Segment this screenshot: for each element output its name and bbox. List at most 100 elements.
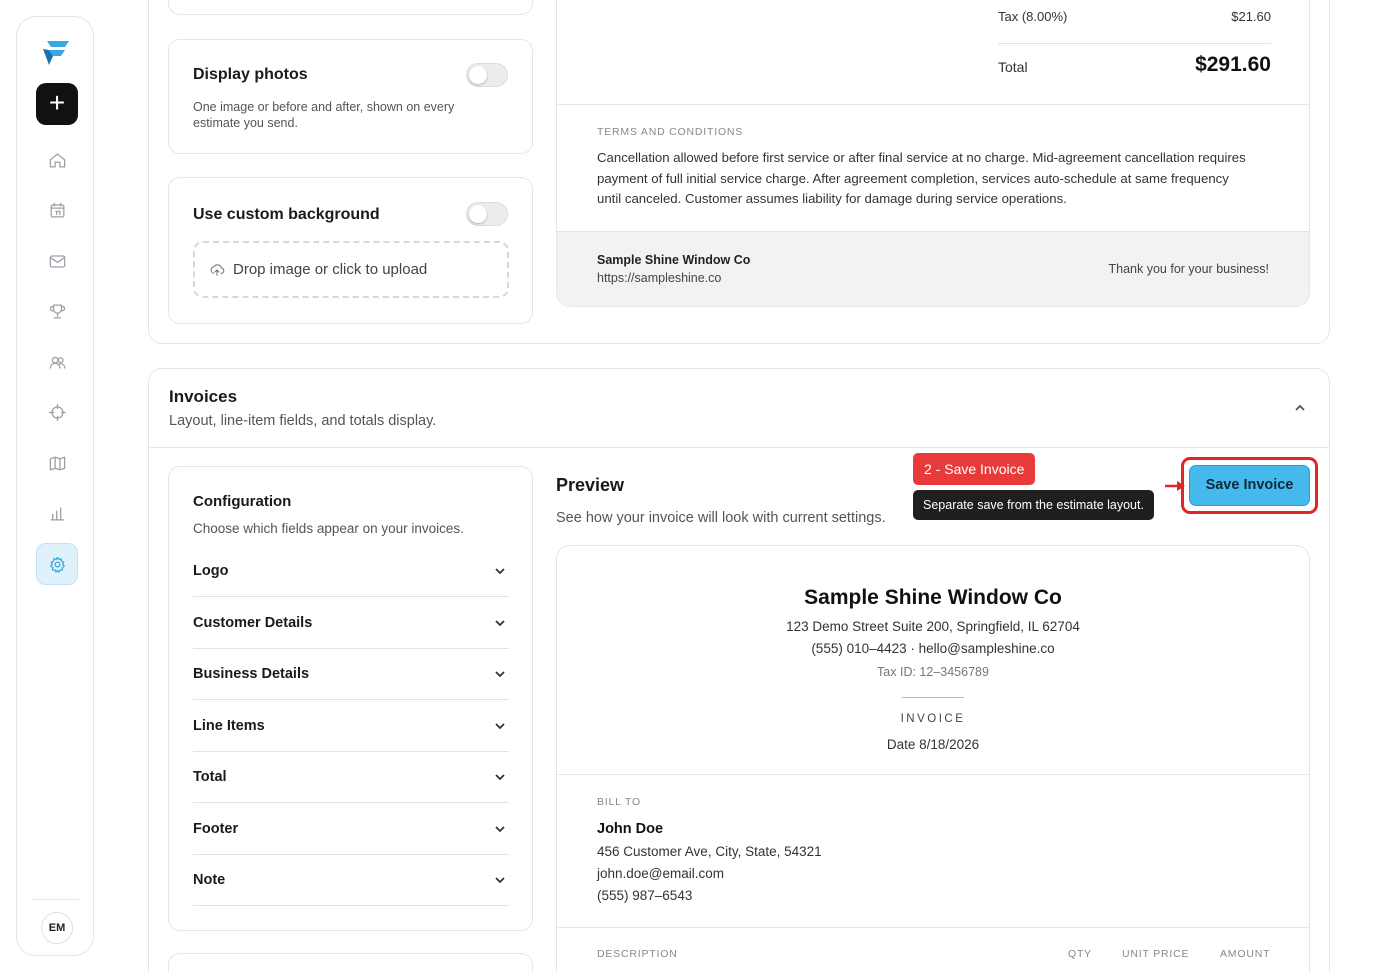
annotation-tooltip: Separate save from the estimate layout.: [913, 490, 1154, 520]
tax-label: Tax (8.00%): [998, 9, 1068, 24]
invoice-company-contact: (555) 010–4423 · hello@sampleshine.co: [811, 641, 1055, 656]
chevron-down-icon: [495, 773, 505, 780]
nav-target[interactable]: [36, 391, 78, 433]
dropzone-label: Drop image or click to upload: [233, 261, 428, 278]
config-item-business-details[interactable]: Business Details: [193, 648, 509, 700]
footer-company-name: Sample Shine Window Co: [597, 253, 751, 267]
column-unit-price: UNIT PRICE: [1122, 948, 1190, 960]
customer-phone: (555) 987–6543: [597, 888, 693, 903]
nav-settings[interactable]: [36, 543, 78, 585]
customer-address: 456 Customer Ave, City, State, 54321: [597, 844, 822, 859]
nav-home[interactable]: [36, 139, 78, 181]
custom-background-card: Use custom background Drop image or clic…: [168, 177, 533, 324]
column-amount: AMOUNT: [1220, 948, 1271, 960]
invoice-divider: [557, 927, 1309, 928]
total-label: Total: [998, 59, 1028, 75]
custom-background-title: Use custom background: [193, 206, 380, 223]
customer-name: John Doe: [597, 821, 664, 837]
home-icon: [49, 153, 65, 167]
display-photos-description: One image or before and after, shown on …: [193, 100, 455, 130]
invoice-tax-id: Tax ID: 12–3456789: [877, 665, 989, 679]
config-item-logo[interactable]: Logo: [193, 545, 509, 597]
config-item-label: Note: [193, 871, 226, 888]
save-invoice-button[interactable]: Save Invoice: [1189, 465, 1310, 506]
chevron-down-icon: [495, 825, 505, 832]
chevron-down-icon: [495, 619, 505, 626]
invoice-preview-card: Sample Shine Window Co 123 Demo Street S…: [556, 545, 1310, 972]
nav-map[interactable]: [36, 442, 78, 484]
chevron-down-icon: [495, 670, 505, 677]
column-qty: QTY: [1068, 948, 1092, 960]
cloud-upload-icon: [210, 263, 225, 276]
estimate-total-row: Total $291.60: [998, 53, 1271, 76]
invoices-subtitle: Layout, line-item fields, and totals dis…: [169, 413, 437, 429]
display-photos-title: Display photos: [193, 66, 308, 83]
create-new-button[interactable]: +: [36, 83, 78, 125]
config-item-total[interactable]: Total: [193, 751, 509, 803]
chevron-down-icon: [495, 722, 505, 729]
invoice-configuration-card: Configuration Choose which fields appear…: [168, 466, 533, 931]
config-item-footer[interactable]: Footer: [193, 803, 509, 855]
trophy-icon: [49, 304, 65, 318]
invoice-company-name: Sample Shine Window Co: [804, 586, 1062, 609]
annotation-badge: 2 - Save Invoice: [913, 453, 1036, 485]
tax-value: $21.60: [1231, 9, 1271, 24]
option-card-partial: [168, 0, 533, 15]
preview-subtitle: See how your invoice will look with curr…: [556, 510, 886, 526]
sidebar-divider: [31, 899, 79, 900]
config-item-label: Customer Details: [193, 614, 313, 631]
invoice-date: Date 8/18/2026: [886, 737, 980, 752]
totals-divider: [998, 43, 1271, 44]
user-avatar[interactable]: EM: [41, 912, 73, 944]
map-icon: [49, 456, 65, 470]
invoices-divider: [149, 447, 1329, 448]
configuration-subtitle: Choose which fields appear on your invoi…: [193, 521, 464, 536]
nav-team[interactable]: [36, 341, 78, 383]
invoice-company-address: 123 Demo Street Suite 200, Springfield, …: [786, 619, 1080, 634]
total-value: $291.60: [1195, 53, 1271, 76]
config-item-label: Business Details: [193, 665, 310, 682]
mail-icon: [49, 254, 65, 268]
footer-thanks: Thank you for your business!: [1108, 262, 1270, 276]
nav-reports[interactable]: [36, 492, 78, 534]
configuration-title: Configuration: [193, 493, 292, 510]
bar-chart-icon: [50, 506, 64, 520]
config-item-label: Footer: [193, 820, 239, 837]
column-description: DESCRIPTION: [597, 948, 678, 960]
customer-email: john.doe@email.com: [597, 866, 725, 881]
config-card-partial: [168, 953, 533, 972]
display-photos-card: Display photos One image or before and a…: [168, 39, 533, 154]
config-item-note[interactable]: Note: [193, 854, 509, 906]
footer-company-url: https://sampleshine.co: [597, 271, 722, 285]
preview-title: Preview: [556, 475, 625, 495]
estimate-footer: Sample Shine Window Co https://sampleshi…: [557, 231, 1309, 306]
terms-label: TERMS AND CONDITIONS: [597, 126, 744, 138]
chevron-up-icon: [1295, 404, 1305, 411]
config-item-label: Total: [193, 768, 227, 785]
collapse-section-button[interactable]: [1293, 401, 1307, 415]
config-item-customer-details[interactable]: Customer Details: [193, 597, 509, 649]
nav-mail[interactable]: [36, 240, 78, 282]
crosshair-icon: [48, 403, 66, 421]
custom-background-toggle[interactable]: [466, 202, 508, 226]
terms-text: Cancellation allowed before first servic…: [597, 150, 1246, 206]
calendar-icon: [50, 202, 64, 217]
config-item-label: Line Items: [193, 717, 265, 734]
app-logo-icon[interactable]: [39, 37, 73, 67]
background-upload-dropzone[interactable]: Drop image or click to upload: [193, 241, 509, 298]
invoices-title: Invoices: [169, 387, 238, 406]
nav-trophy[interactable]: [36, 290, 78, 332]
invoice-header-divider: [902, 697, 964, 698]
estimate-preview-card: Tax (8.00%) $21.60 Total $291.60 TERMS A…: [556, 0, 1310, 307]
nav-calendar[interactable]: [36, 189, 78, 231]
invoice-divider: [557, 774, 1309, 775]
chevron-down-icon: [495, 567, 505, 574]
users-icon: [49, 356, 65, 369]
estimate-divider: [557, 104, 1309, 105]
bill-to-label: BILL TO: [597, 796, 641, 808]
invoice-doc-label: INVOICE: [900, 713, 966, 725]
estimate-tax-row: Tax (8.00%) $21.60: [998, 9, 1271, 24]
display-photos-toggle[interactable]: [466, 63, 508, 87]
config-item-line-items[interactable]: Line Items: [193, 700, 509, 752]
chevron-down-icon: [495, 876, 505, 883]
